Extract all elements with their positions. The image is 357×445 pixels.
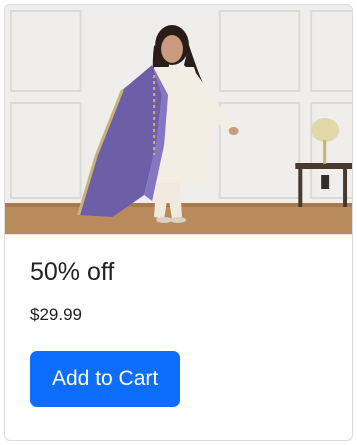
product-card: 50% off $29.99 Add to Cart	[4, 4, 353, 441]
product-title: 50% off	[30, 258, 115, 286]
product-price: $29.99	[30, 305, 82, 324]
product-photo-icon	[5, 5, 352, 234]
add-to-cart-button[interactable]: Add to Cart	[30, 351, 181, 407]
card-body: 50% off $29.99 Add to Cart	[5, 235, 352, 407]
product-image[interactable]	[5, 5, 352, 235]
